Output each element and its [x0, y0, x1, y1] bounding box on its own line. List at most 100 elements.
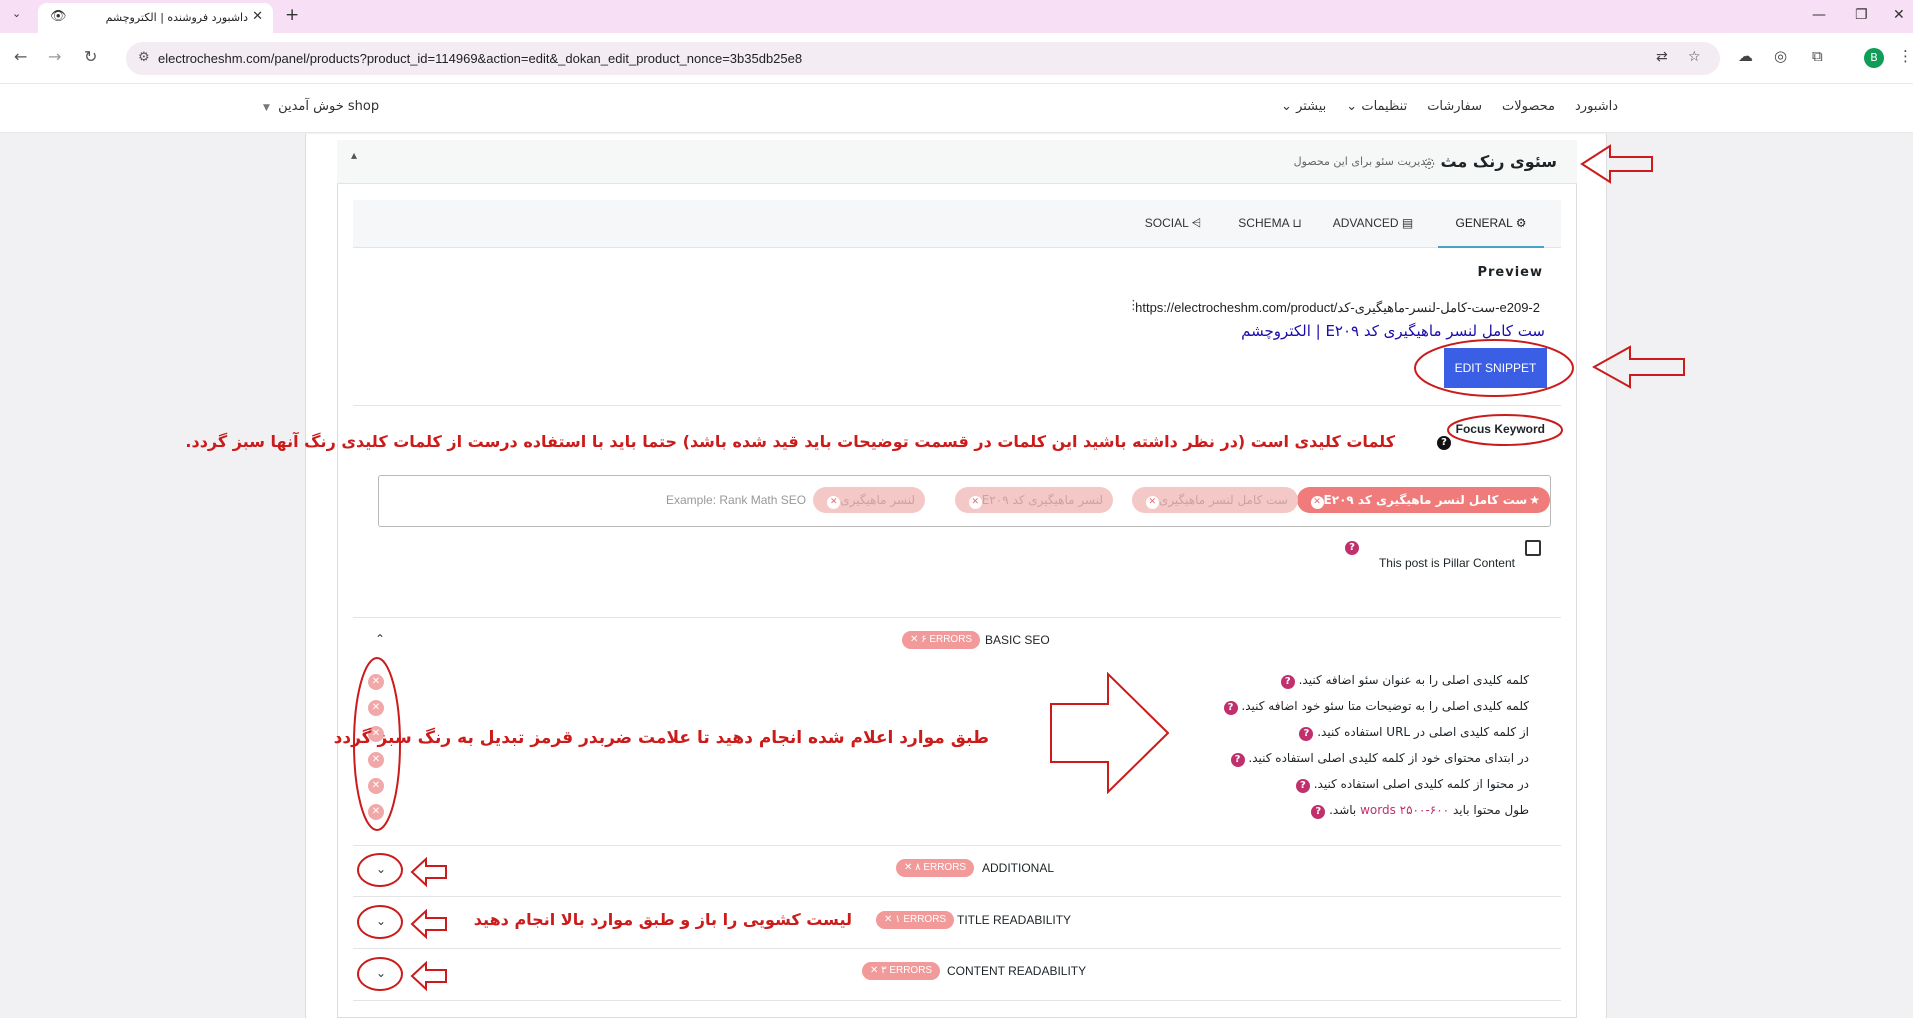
chevron-up-icon[interactable]: ⌃	[375, 632, 385, 646]
share-icon: ⩤	[1191, 216, 1202, 230]
basic-seo-title[interactable]: BASIC SEO	[985, 633, 1050, 647]
star-icon: ★	[1529, 493, 1540, 507]
help-icon[interactable]: ?	[1299, 727, 1314, 741]
check-item: در ابتدای محتوای خود از کلمه کلیدی اصلی …	[1230, 751, 1529, 767]
url-text: electrocheshm.com/panel/products?product…	[158, 51, 803, 66]
seo-metabox	[337, 140, 1577, 1018]
keyword-tag[interactable]: لنسر ماهیگیری کد E۲۰۹✕	[954, 487, 1113, 513]
extension-icon[interactable]: ◎	[1774, 47, 1787, 65]
basic-seo-errors-badge: ✕ ۶ ERRORS	[902, 631, 981, 649]
collapse-caret-icon[interactable]: ▴	[351, 148, 357, 162]
metabox-header[interactable]: سئوی رنک مث ◌ مدیریت سئو برای این محصول …	[337, 140, 1577, 184]
snippet-url: https://electrocheshm.com/product/ست-کام…	[1135, 300, 1540, 315]
check-item-text: از کلمه کلیدی اصلی در URL استفاده کنید.	[1317, 725, 1529, 739]
tab-social-label: SOCIAL	[1144, 216, 1189, 230]
minimize-icon[interactable]: —	[1812, 7, 1826, 23]
annotation-arrow-right	[1050, 672, 1170, 794]
remove-icon[interactable]: ✕	[1145, 496, 1159, 509]
pillar-content-label: This post is Pillar Content	[1378, 556, 1515, 570]
seo-tabs: GENERAL ⚙ ADVANCED ▤ SCHEMA ⊔ SOCIAL ⩤	[353, 200, 1561, 248]
help-icon[interactable]: ?	[1280, 675, 1295, 689]
title-readability-errors-badge: ✕ ۱ ERRORS	[876, 911, 955, 929]
pillar-content-checkbox[interactable]	[1525, 540, 1541, 556]
additional-errors-badge: ✕ ۸ ERRORS	[896, 859, 975, 877]
tab-close-icon[interactable]: ✕	[252, 9, 263, 24]
menu-icon[interactable]: ⋮	[1898, 47, 1913, 65]
help-icon[interactable]: ?	[1295, 779, 1310, 793]
help-icon[interactable]: ?	[1311, 805, 1326, 819]
nav-settings[interactable]: تنظیمات ⌄	[1346, 99, 1407, 114]
tab-search-icon[interactable]: ⌄	[12, 7, 26, 21]
nav-more-label: بیشتر	[1296, 99, 1327, 114]
user-menu[interactable]: shop خوش آمدین ▼	[263, 99, 379, 114]
annotation-circle	[357, 957, 403, 991]
keyword-tag-primary[interactable]: ★ست کامل لنسر ماهیگیری کد E۲۰۹✕	[1296, 487, 1550, 513]
basic-seo-errors-text: ۶ ERRORS	[921, 634, 973, 645]
content-readability-title[interactable]: CONTENT READABILITY	[947, 964, 1086, 978]
nav-dashboard[interactable]: داشبورد	[1575, 99, 1618, 114]
address-bar[interactable]: ⚙ electrocheshm.com/panel/products?produ…	[126, 42, 1720, 75]
check-item-text: در محتوا از کلمه کلیدی اصلی استفاده کنید…	[1313, 777, 1529, 791]
title-readability-title[interactable]: TITLE READABILITY	[957, 913, 1071, 927]
bookmark-star-icon[interactable]: ☆	[1688, 49, 1701, 65]
check-item: در محتوا از کلمه کلیدی اصلی استفاده کنید…	[1295, 777, 1529, 793]
browser-tabbar: ⌄ 👁 داشبورد فروشنده | الکتروچشم ✕ + — ❐ …	[0, 0, 1913, 33]
check-item-text: در ابتدای محتوای خود از کلمه کلیدی اصلی …	[1248, 751, 1529, 765]
nav-orders[interactable]: سفارشات	[1427, 99, 1482, 114]
check-item-suffix: باشد.	[1329, 803, 1357, 817]
tab-schema[interactable]: SCHEMA ⊔	[1226, 200, 1314, 248]
basic-seo-note: طبق موارد اعلام شده انجام دهید تا علامت …	[333, 728, 989, 748]
keyword-tag[interactable]: ست کامل لنسر ماهیگیری✕	[1131, 487, 1298, 513]
remove-icon[interactable]: ✕	[1310, 496, 1324, 509]
remove-icon[interactable]: ✕	[968, 496, 982, 509]
check-item: کلمه کلیدی اصلی را به عنوان سئو اضافه کن…	[1280, 673, 1529, 689]
nav-more[interactable]: بیشتر ⌄	[1281, 99, 1326, 114]
keyword-tag[interactable]: لنسر ماهیگیری✕	[813, 487, 925, 513]
back-icon[interactable]: ←	[14, 47, 27, 66]
tab-social[interactable]: SOCIAL ⩤	[1135, 200, 1211, 248]
chevron-down-icon: ⌄	[1281, 99, 1292, 114]
forward-icon[interactable]: →	[48, 47, 61, 66]
favicon-eye-icon: 👁	[50, 9, 67, 24]
check-item-text: کلمه کلیدی اصلی را به توضیحات متا سئو خو…	[1241, 699, 1529, 713]
focus-keyword-input[interactable]: ★ست کامل لنسر ماهیگیری کد E۲۰۹✕ ست کامل …	[378, 475, 1551, 527]
reload-icon[interactable]: ↻	[84, 47, 97, 66]
annotation-arrow-left	[410, 909, 447, 939]
translate-icon[interactable]: ⇄	[1656, 49, 1668, 65]
help-icon[interactable]: ?	[1223, 701, 1238, 715]
keyword-text: لنسر ماهیگیری کد E۲۰۹	[981, 493, 1103, 507]
help-icon[interactable]: ?	[1345, 541, 1359, 555]
annotation-circle	[357, 853, 403, 887]
help-icon[interactable]: ?	[1437, 436, 1451, 450]
help-icon[interactable]: ?	[1230, 753, 1245, 767]
toolbox-icon: ▤	[1401, 216, 1414, 230]
check-item: کلمه کلیدی اصلی را به توضیحات متا سئو خو…	[1223, 699, 1529, 715]
profile-avatar[interactable]: B	[1864, 48, 1884, 68]
nav-products[interactable]: محصولات	[1502, 99, 1555, 114]
additional-title[interactable]: ADDITIONAL	[982, 861, 1054, 875]
tab-advanced[interactable]: ADVANCED ▤	[1326, 200, 1420, 248]
word-count-link[interactable]: words ۲۵۰۰-۶۰۰	[1360, 803, 1449, 817]
additional-errors-text: ۸ ERRORS	[915, 862, 967, 873]
cloud-icon[interactable]: ☁	[1738, 47, 1753, 65]
remove-icon[interactable]: ✕	[827, 496, 841, 509]
focus-keyword-note: کلمات کلیدی است (در نظر داشته باشید این …	[185, 432, 1395, 451]
browser-tab[interactable]: 👁 داشبورد فروشنده | الکتروچشم ✕	[38, 3, 273, 33]
tab-general-label: GENERAL	[1455, 216, 1513, 230]
check-item: از کلمه کلیدی اصلی در URL استفاده کنید. …	[1299, 725, 1529, 741]
divider	[353, 896, 1561, 897]
tab-general[interactable]: GENERAL ⚙	[1438, 200, 1544, 248]
metabox-title-text: سئوی رنک مث	[1440, 152, 1557, 171]
chevron-down-icon: ▼	[263, 103, 270, 113]
restore-icon[interactable]: ❐	[1855, 7, 1868, 23]
content-readability-errors-badge: ✕ ۳ ERRORS	[862, 962, 941, 980]
browser-toolbar: ← → ↻ ⚙ electrocheshm.com/panel/products…	[0, 33, 1913, 83]
site-info-icon[interactable]: ⚙	[138, 50, 150, 65]
site-header: shop خوش آمدین ▼ داشبورد محصولات سفارشات…	[0, 83, 1913, 133]
new-tab-icon[interactable]: +	[285, 5, 299, 25]
main-nav: داشبورد محصولات سفارشات تنظیمات ⌄ بیشتر …	[1281, 99, 1618, 114]
puzzle-icon[interactable]: ⧉	[1812, 47, 1823, 65]
user-menu-label: shop خوش آمدین	[278, 99, 380, 114]
window-close-icon[interactable]: ✕	[1893, 7, 1905, 23]
check-item-text: کلمه کلیدی اصلی را به عنوان سئو اضافه کن…	[1298, 673, 1529, 687]
